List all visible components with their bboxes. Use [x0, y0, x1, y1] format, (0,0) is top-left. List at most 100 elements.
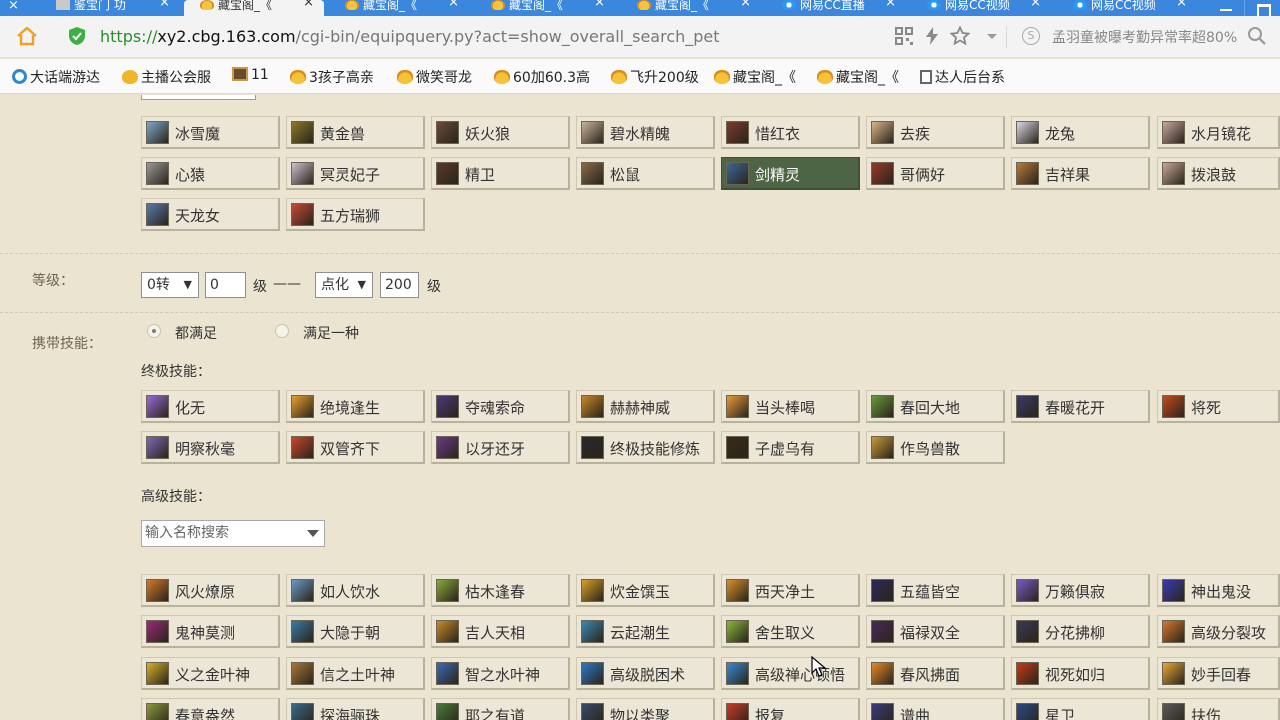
tab-close-icon[interactable]: × — [159, 0, 170, 9]
pet-type-chip[interactable]: 水月镜花 — [1157, 116, 1280, 149]
advanced-skill-chip[interactable]: 吉人天相 — [431, 615, 570, 648]
bookmark-star-icon[interactable] — [950, 26, 970, 46]
pet-type-chip[interactable]: 碧水精魄 — [576, 116, 715, 149]
pet-type-chip[interactable]: 龙兔 — [1011, 116, 1150, 149]
ultimate-skill-chip[interactable]: 将死 — [1157, 390, 1280, 423]
to-level-input[interactable]: 200 — [380, 272, 419, 298]
ultimate-skill-chip[interactable]: 双管齐下 — [286, 431, 425, 464]
radio-any-label[interactable]: 满足一种 — [303, 323, 359, 343]
tab-close-icon[interactable]: × — [1176, 0, 1187, 9]
pet-type-chip[interactable]: 妖火狼 — [431, 116, 570, 149]
pet-type-chip[interactable]: 松鼠 — [576, 157, 715, 190]
tab-close-icon[interactable]: × — [303, 0, 314, 9]
to-turn-select[interactable]: 点化 ▼ — [315, 272, 373, 298]
maximize-button[interactable] — [1244, 0, 1280, 16]
advanced-skill-chip[interactable]: 高级分裂攻 — [1157, 615, 1280, 648]
minimize-button[interactable] — [1208, 0, 1244, 16]
advanced-skill-chip[interactable]: 探海骊珠 — [286, 698, 425, 720]
advanced-skill-chip[interactable]: 妙手回春 — [1157, 657, 1280, 690]
advanced-skill-chip[interactable]: 春风拂面 — [866, 657, 1005, 690]
advanced-skill-chip[interactable]: 枯木逢春 — [431, 574, 570, 607]
advanced-skill-chip[interactable]: 义之金叶神 — [141, 657, 280, 690]
pet-type-chip[interactable]: 黄金兽 — [286, 116, 425, 149]
browser-tab[interactable]: 网易CC视频 × — [911, 0, 1051, 16]
bookmark-item[interactable]: 微笑哥龙 — [397, 67, 472, 87]
browser-tab[interactable]: 网易CC直播 × — [766, 0, 906, 16]
bookmark-item[interactable]: 3孩子高亲 — [290, 67, 374, 87]
tab-close-icon[interactable]: × — [594, 0, 605, 9]
from-turn-select[interactable]: 0转 ▼ — [141, 272, 199, 298]
browser-tab[interactable]: 鉴宝门 功 × — [40, 0, 180, 16]
ultimate-skill-chip[interactable]: 以牙还牙 — [431, 431, 570, 464]
advanced-skill-chip[interactable]: 视死如归 — [1011, 657, 1150, 690]
pet-type-chip[interactable]: 五方瑞狮 — [286, 198, 425, 231]
pet-type-chip[interactable]: 冰雪魔 — [141, 116, 280, 149]
ultimate-skill-chip[interactable]: 化无 — [141, 390, 280, 423]
ultimate-skill-chip[interactable]: 赫赫神威 — [576, 390, 715, 423]
advanced-skill-chip[interactable]: 西天净土 — [721, 574, 860, 607]
advanced-skill-chip[interactable]: 神出鬼没 — [1157, 574, 1280, 607]
ultimate-skill-chip[interactable]: 当头棒喝 — [721, 390, 860, 423]
advanced-skill-chip[interactable]: 星卫 — [1011, 698, 1150, 720]
advanced-skill-chip[interactable]: 大隐于朝 — [286, 615, 425, 648]
tab-close-icon[interactable]: × — [885, 0, 896, 9]
pet-type-chip[interactable]: 心猿 — [141, 157, 280, 190]
ultimate-skill-chip[interactable]: 夺魂索命 — [431, 390, 570, 423]
lightning-icon[interactable] — [922, 26, 942, 46]
advanced-skill-chip[interactable]: 谱曲 — [866, 698, 1005, 720]
advanced-skill-chip[interactable]: 智之水叶神 — [431, 657, 570, 690]
advanced-skill-chip[interactable]: 信之土叶神 — [286, 657, 425, 690]
advanced-skill-chip[interactable]: 福禄双全 — [866, 615, 1005, 648]
pet-type-chip[interactable]: 拨浪鼓 — [1157, 157, 1280, 190]
bookmark-item[interactable]: 11 — [232, 67, 269, 83]
bookmark-item[interactable]: 60加60.3高 — [494, 67, 590, 87]
ultimate-skill-chip[interactable]: 作鸟兽散 — [866, 431, 1005, 464]
pet-type-chip[interactable]: 天龙女 — [141, 198, 280, 231]
previous-select-box[interactable] — [141, 95, 256, 100]
advanced-skill-chip[interactable]: 万籁俱寂 — [1011, 574, 1150, 607]
chevron-down-icon[interactable] — [982, 26, 1002, 46]
pet-type-chip[interactable]: 去疾 — [866, 116, 1005, 149]
from-level-input[interactable]: 0 — [205, 272, 246, 298]
ultimate-skill-chip[interactable]: 子虚乌有 — [721, 431, 860, 464]
bookmark-item[interactable]: 主播公会服 — [122, 67, 211, 87]
advanced-skill-chip[interactable]: 春意盎然 — [141, 698, 280, 720]
tab-close-icon[interactable]: × — [740, 0, 751, 9]
radio-all-match[interactable] — [147, 324, 161, 338]
browser-tab[interactable]: 藏宝阁_《 × — [621, 0, 761, 16]
secure-shield-icon[interactable] — [68, 26, 86, 46]
pet-type-chip[interactable]: 吉祥果 — [1011, 157, 1150, 190]
advanced-skill-chip[interactable]: 高级脱困术 — [576, 657, 715, 690]
ultimate-skill-chip[interactable]: 明察秋毫 — [141, 431, 280, 464]
tab-close-icon[interactable]: × — [1030, 0, 1041, 9]
pet-type-chip[interactable]: 剑精灵 — [721, 157, 860, 190]
advanced-skill-chip[interactable]: 鬼神莫测 — [141, 615, 280, 648]
ultimate-skill-chip[interactable]: 绝境逢生 — [286, 390, 425, 423]
bookmark-item[interactable]: 达人后台系 — [920, 67, 1005, 87]
pet-type-chip[interactable]: 惜红衣 — [721, 116, 860, 149]
close-icon[interactable]: × — [8, 0, 19, 13]
advanced-skill-chip[interactable]: 炊金馔玉 — [576, 574, 715, 607]
advanced-skill-chip[interactable]: 风火燎原 — [141, 574, 280, 607]
search-icon[interactable] — [1247, 26, 1267, 46]
advanced-skill-chip[interactable]: 耶之有道 — [431, 698, 570, 720]
ultimate-skill-chip[interactable]: 春回大地 — [866, 390, 1005, 423]
url-field[interactable]: https://xy2.cbg.163.com/cgi-bin/equipque… — [100, 27, 720, 46]
pet-type-chip[interactable]: 冥灵妃子 — [286, 157, 425, 190]
radio-any-match[interactable] — [275, 324, 289, 338]
home-icon[interactable] — [16, 26, 38, 46]
browser-tab[interactable]: 藏宝阁_《 × — [329, 0, 469, 16]
bookmark-item[interactable]: 藏宝阁_《 — [714, 67, 796, 87]
browser-tab[interactable]: 藏宝阁_《 × — [184, 0, 324, 16]
bookmark-item[interactable]: 飞升200级 — [611, 67, 699, 87]
search-suggestion[interactable]: 孟羽童被曝考勤异常率超80% — [1052, 27, 1237, 47]
advanced-skill-chip[interactable]: 分花拂柳 — [1011, 615, 1150, 648]
browser-tab[interactable]: 网易CC视频 × — [1057, 0, 1197, 16]
ultimate-skill-chip[interactable]: 终极技能修炼 — [576, 431, 715, 464]
advanced-skill-chip[interactable]: 云起潮生 — [576, 615, 715, 648]
pet-type-chip[interactable]: 精卫 — [431, 157, 570, 190]
bookmark-item[interactable]: 藏宝阁_《 — [817, 67, 899, 87]
advanced-skill-chip[interactable]: 高级禅心顿悟 — [721, 657, 860, 690]
bookmark-item[interactable]: 大话端游达 — [12, 67, 100, 87]
qr-code-icon[interactable] — [894, 26, 914, 46]
